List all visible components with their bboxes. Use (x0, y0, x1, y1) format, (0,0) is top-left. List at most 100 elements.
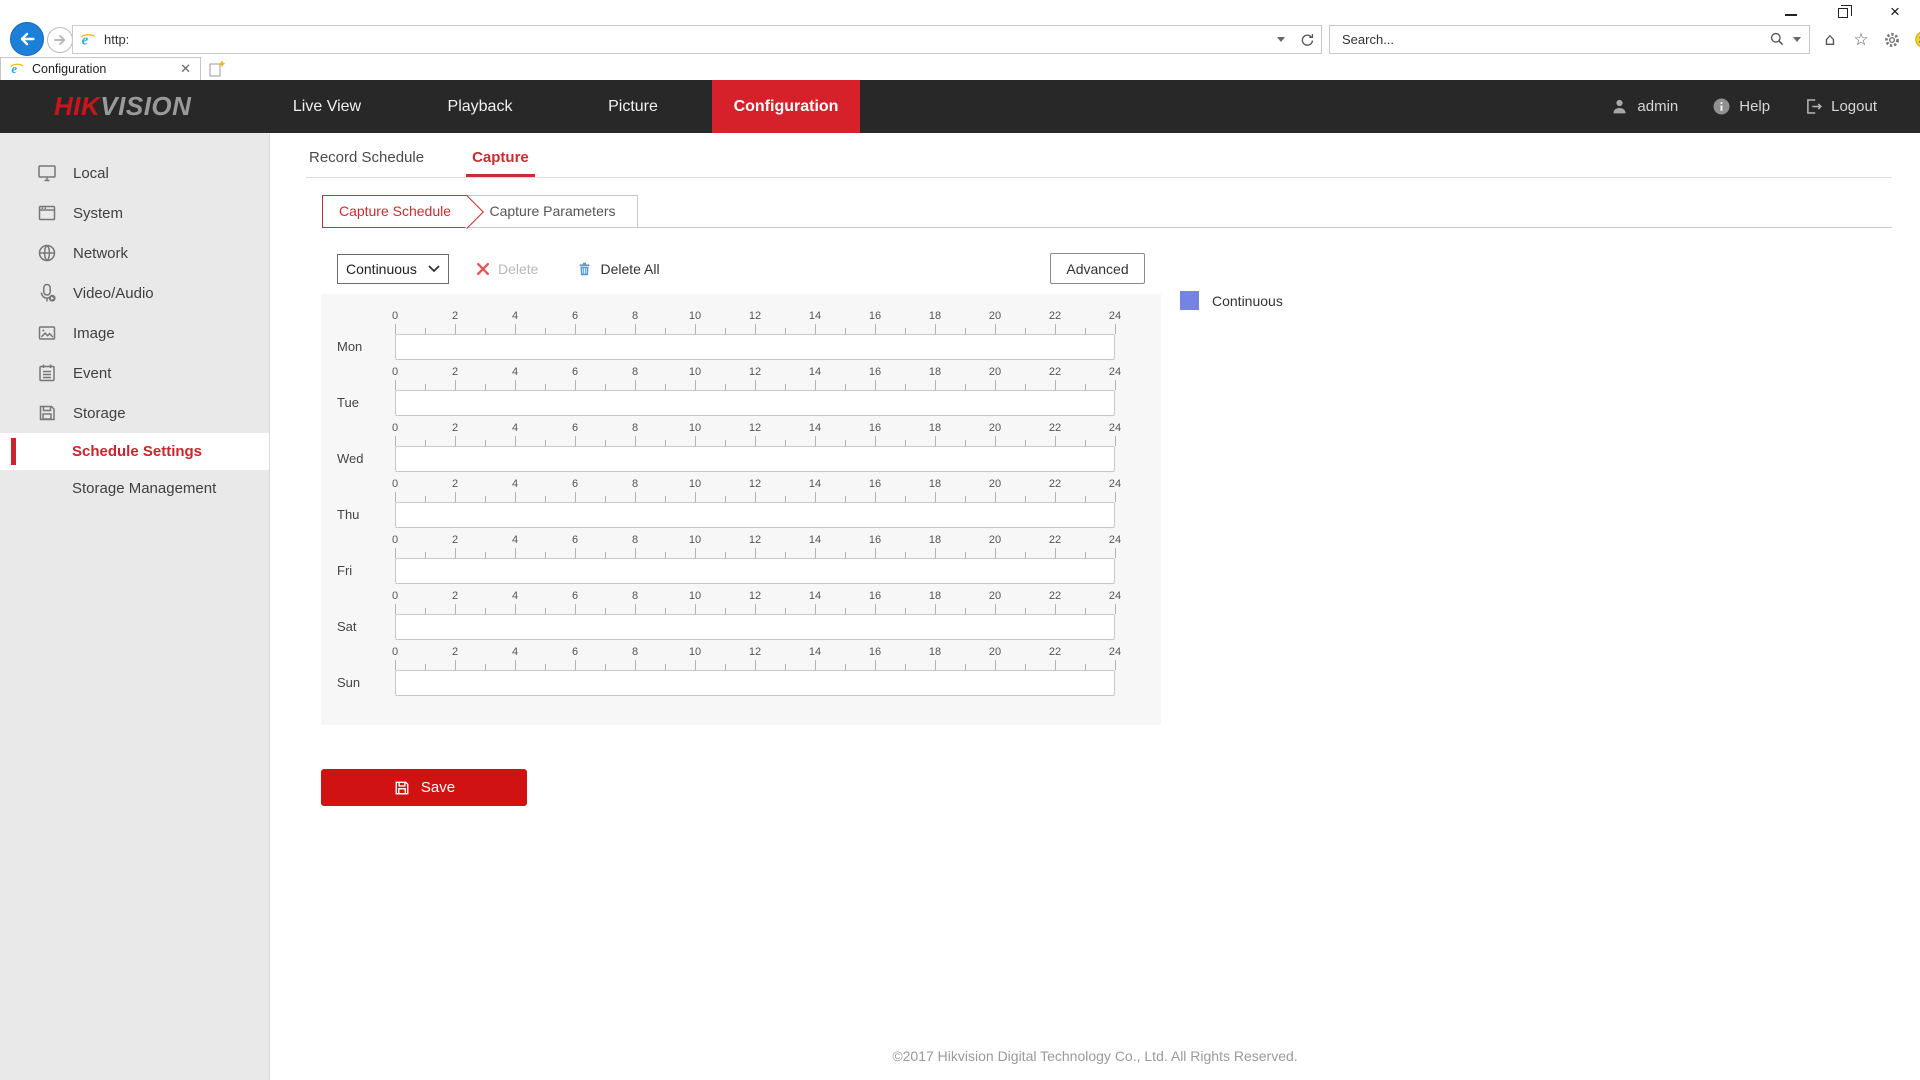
tick-mark (515, 604, 516, 614)
tick-mark (695, 492, 696, 502)
search-input[interactable] (1342, 32, 1769, 47)
hour-tick-label: 4 (512, 310, 518, 322)
subtab-capture-schedule[interactable]: Capture Schedule (322, 195, 468, 228)
sidebar-item-event[interactable]: Event (0, 353, 269, 393)
hour-tick-label: 16 (869, 310, 881, 322)
timeline-bar-thu[interactable] (395, 502, 1115, 528)
day-label: Sat (337, 614, 389, 640)
schedule-row-thu: Thu024681012141618202224 (395, 478, 1115, 530)
window-icon (36, 202, 58, 224)
search-dropdown-icon[interactable] (1793, 37, 1801, 42)
new-tab-button[interactable] (204, 58, 230, 80)
window-minimize-button[interactable] (1780, 4, 1802, 20)
hour-scale: 024681012141618202224 (395, 422, 1115, 435)
tick-mark (515, 492, 516, 502)
sidebar-subitem-schedule-settings[interactable]: Schedule Settings (0, 433, 269, 470)
tick-mark (875, 604, 876, 614)
hour-tick-label: 12 (749, 422, 761, 434)
delete-all-button[interactable]: Delete All (576, 260, 659, 278)
sidebar-item-local[interactable]: Local (0, 153, 269, 193)
tick-mark (995, 324, 996, 334)
timeline-bar-fri[interactable] (395, 558, 1115, 584)
timeline-bar-tue[interactable] (395, 390, 1115, 416)
browser-tab-row: e Configuration ✕ (0, 57, 1920, 80)
record-type-select[interactable]: Continuous (337, 254, 449, 284)
globe-icon (36, 242, 58, 264)
logout-button[interactable]: Logout (1804, 97, 1877, 116)
hour-tick-label: 24 (1109, 534, 1121, 546)
hour-tick-label: 2 (452, 534, 458, 546)
nav-item-configuration[interactable]: Configuration (712, 80, 860, 133)
day-label: Fri (337, 558, 389, 584)
sidebar-item-system[interactable]: System (0, 193, 269, 233)
new-tab-icon (207, 59, 227, 79)
sub-tabs: Capture ScheduleCapture Parameters (322, 195, 1892, 228)
hour-tick-label: 14 (809, 310, 821, 322)
hour-tick-label: 14 (809, 590, 821, 602)
sidebar-item-network[interactable]: Network (0, 233, 269, 273)
address-dropdown-icon[interactable] (1277, 37, 1285, 42)
hour-tick-label: 10 (689, 478, 701, 490)
hour-tick-label: 4 (512, 478, 518, 490)
tick-mark (755, 380, 756, 390)
tab-close-icon[interactable]: ✕ (177, 61, 194, 77)
tick-mark (1115, 492, 1116, 502)
sidebar-item-label: Event (73, 365, 111, 382)
hour-tick-label: 16 (869, 422, 881, 434)
sidebar: LocalSystemNetworkVideo/AudioImage Event S… (0, 133, 270, 1080)
home-button[interactable]: ⌂ (1818, 27, 1842, 53)
sidebar-item-image[interactable]: Image (0, 313, 269, 353)
tab-record-schedule[interactable]: Record Schedule (303, 149, 430, 177)
tick-mark (575, 660, 576, 670)
hour-tick-label: 2 (452, 478, 458, 490)
image-icon (36, 322, 58, 344)
window-restore-button[interactable] (1832, 4, 1854, 20)
tick-mark (995, 604, 996, 614)
refresh-icon[interactable] (1299, 32, 1315, 48)
browser-tab-configuration[interactable]: e Configuration ✕ (0, 57, 201, 80)
user-menu[interactable]: admin (1610, 97, 1678, 116)
window-close-button[interactable]: × (1884, 4, 1906, 20)
save-button[interactable]: Save (321, 769, 527, 806)
browser-back-button[interactable] (10, 22, 44, 56)
sidebar-item-video-audio[interactable]: Video/Audio (0, 273, 269, 313)
timeline-bar-sun[interactable] (395, 670, 1115, 696)
address-bar[interactable]: e http: (72, 25, 1322, 54)
tick-marks (395, 435, 1115, 446)
nav-item-picture[interactable]: Picture (559, 80, 707, 133)
hour-tick-label: 8 (632, 366, 638, 378)
tick-mark (455, 660, 456, 670)
search-icon[interactable] (1769, 31, 1786, 48)
logo-part-red: HIK (54, 91, 100, 122)
hour-tick-label: 4 (512, 590, 518, 602)
tick-mark (875, 380, 876, 390)
help-button[interactable]: Help (1712, 97, 1770, 116)
hour-tick-label: 10 (689, 646, 701, 658)
browser-forward-button[interactable] (47, 27, 73, 53)
delete-button[interactable]: Delete (475, 261, 538, 277)
nav-item-live-view[interactable]: Live View (253, 80, 401, 133)
tick-mark (1055, 660, 1056, 670)
day-label: Thu (337, 502, 389, 528)
timeline-bar-mon[interactable] (395, 334, 1115, 360)
hour-tick-label: 18 (929, 646, 941, 658)
hour-tick-label: 0 (392, 422, 398, 434)
hour-scale: 024681012141618202224 (395, 478, 1115, 491)
feedback-button[interactable] (1911, 27, 1920, 53)
tick-mark (695, 436, 696, 446)
tick-mark (395, 380, 396, 390)
nav-item-playback[interactable]: Playback (406, 80, 554, 133)
timeline-bar-wed[interactable] (395, 446, 1115, 472)
subtab-capture-parameters[interactable]: Capture Parameters (467, 195, 638, 228)
favorites-button[interactable]: ☆ (1849, 27, 1873, 53)
tools-button[interactable] (1880, 27, 1904, 53)
hour-scale: 024681012141618202224 (395, 590, 1115, 603)
sidebar-item-storage[interactable]: Storage (0, 393, 269, 433)
hour-tick-label: 14 (809, 646, 821, 658)
tab-capture[interactable]: Capture (466, 149, 535, 177)
timeline-bar-sat[interactable] (395, 614, 1115, 640)
advanced-button[interactable]: Advanced (1050, 253, 1145, 284)
sidebar-subitem-storage-management[interactable]: Storage Management (0, 470, 269, 507)
smiley-feedback-icon (1914, 30, 1920, 49)
hour-tick-label: 20 (989, 478, 1001, 490)
